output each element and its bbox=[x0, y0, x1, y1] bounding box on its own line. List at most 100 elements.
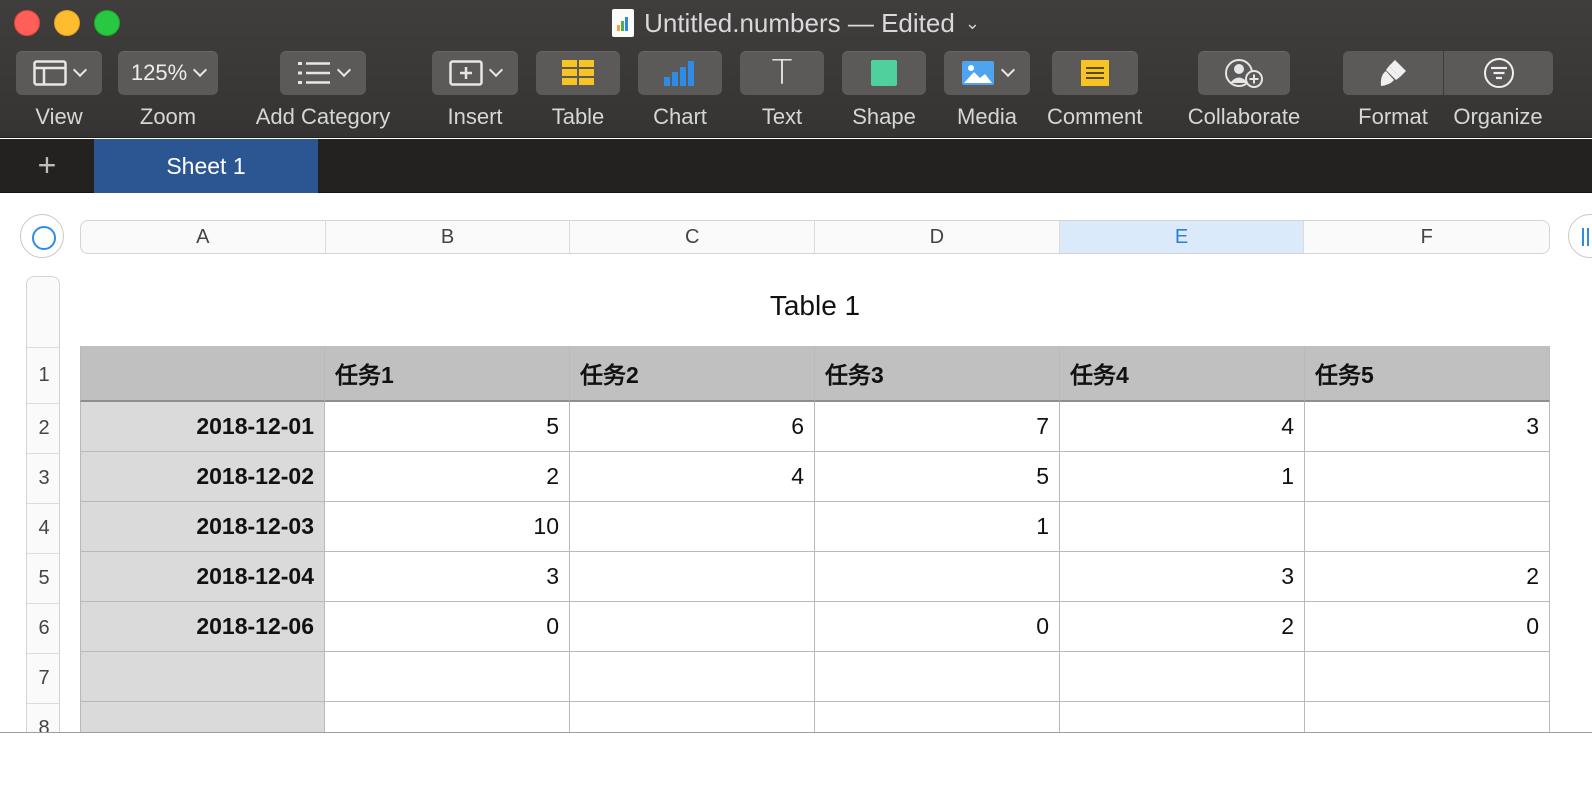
header-cell[interactable]: 任务5 bbox=[1305, 346, 1550, 402]
chart-label: Chart bbox=[653, 104, 707, 129]
row-header-3[interactable]: 3 bbox=[27, 453, 59, 503]
select-table-handle[interactable] bbox=[20, 214, 64, 258]
table-cell[interactable]: 2 bbox=[1060, 602, 1305, 652]
table-cell[interactable]: 0 bbox=[1305, 602, 1550, 652]
table-cell[interactable]: 4 bbox=[1060, 402, 1305, 452]
column-headers: A B C D E F bbox=[80, 220, 1550, 254]
organize-button[interactable] bbox=[1444, 51, 1553, 95]
table-cell[interactable]: 3 bbox=[1305, 402, 1550, 452]
table-cell[interactable]: 3 bbox=[1060, 552, 1305, 602]
table-cell[interactable]: 3 bbox=[325, 552, 570, 602]
table-cell[interactable] bbox=[570, 602, 815, 652]
window-bottom-area bbox=[0, 732, 1592, 802]
table-cell[interactable] bbox=[1060, 702, 1305, 732]
shape-tool: Shape bbox=[842, 51, 926, 130]
table-cell[interactable]: 0 bbox=[325, 602, 570, 652]
row-header-7[interactable]: 7 bbox=[27, 653, 59, 703]
table-label: Table bbox=[551, 104, 605, 129]
table-cell[interactable]: 5 bbox=[325, 402, 570, 452]
row-label-cell[interactable] bbox=[80, 652, 325, 702]
header-cell[interactable] bbox=[80, 346, 325, 402]
zoom-value: 125% bbox=[130, 60, 188, 85]
table-cell[interactable] bbox=[1305, 652, 1550, 702]
column-header-c[interactable]: C bbox=[570, 221, 816, 253]
table-cell[interactable] bbox=[1305, 452, 1550, 502]
row-label-cell[interactable]: 2018-12-06 bbox=[80, 602, 325, 652]
table-cell[interactable] bbox=[815, 652, 1060, 702]
header-cell[interactable]: 任务3 bbox=[815, 346, 1060, 402]
text-button[interactable]: T bbox=[740, 51, 824, 95]
table-cell[interactable]: 7 bbox=[815, 402, 1060, 452]
row-label-cell[interactable]: 2018-12-03 bbox=[80, 502, 325, 552]
table-button[interactable] bbox=[536, 51, 620, 95]
table-cell[interactable] bbox=[1060, 502, 1305, 552]
row-header-4[interactable]: 4 bbox=[27, 503, 59, 553]
tab-sheet-1[interactable]: Sheet 1 bbox=[94, 139, 318, 193]
table-cell[interactable] bbox=[1305, 702, 1550, 732]
table-cell[interactable]: 1 bbox=[1060, 452, 1305, 502]
comment-button[interactable] bbox=[1051, 51, 1138, 95]
row-header-8[interactable]: 8 bbox=[27, 703, 59, 732]
row-label-cell[interactable]: 2018-12-04 bbox=[80, 552, 325, 602]
table-cell[interactable]: 0 bbox=[815, 602, 1060, 652]
square-shape-icon bbox=[871, 60, 897, 86]
format-label: Format bbox=[1358, 104, 1428, 129]
column-header-a[interactable]: A bbox=[81, 221, 326, 253]
shape-button[interactable] bbox=[842, 51, 926, 95]
table-cell[interactable] bbox=[1305, 502, 1550, 552]
table-cell[interactable] bbox=[570, 502, 815, 552]
add-category-label: Add Category bbox=[255, 104, 391, 129]
table-cell[interactable]: 2 bbox=[1305, 552, 1550, 602]
chart-button[interactable] bbox=[638, 51, 722, 95]
row-header-5[interactable]: 5 bbox=[27, 553, 59, 603]
header-cell[interactable]: 任务1 bbox=[325, 346, 570, 402]
table-row: 2018-12-04 3 3 2 bbox=[80, 552, 1550, 602]
view-tool: View bbox=[16, 51, 102, 130]
table-cell[interactable] bbox=[570, 702, 815, 732]
table-cell[interactable]: 10 bbox=[325, 502, 570, 552]
window-title[interactable]: Untitled.numbers — Edited ⌄ bbox=[0, 6, 1592, 40]
zoom-button[interactable]: 125% bbox=[118, 51, 218, 95]
image-icon bbox=[962, 61, 994, 85]
table-title[interactable]: Table 1 bbox=[80, 290, 1550, 322]
table-cell[interactable] bbox=[325, 702, 570, 732]
table-cell[interactable] bbox=[570, 552, 815, 602]
header-cell[interactable]: 任务2 bbox=[570, 346, 815, 402]
text-tool: T Text bbox=[740, 51, 824, 130]
add-category-button[interactable] bbox=[280, 51, 366, 95]
row-header-6[interactable]: 6 bbox=[27, 603, 59, 653]
table-cell[interactable] bbox=[815, 702, 1060, 732]
row-header-2[interactable]: 2 bbox=[27, 403, 59, 453]
table-cell[interactable]: 1 bbox=[815, 502, 1060, 552]
row-label-cell[interactable] bbox=[80, 702, 325, 732]
sidebar-layout-icon bbox=[33, 60, 67, 86]
chevron-down-icon bbox=[1000, 62, 1016, 78]
table-cell[interactable] bbox=[570, 652, 815, 702]
collaborate-button[interactable] bbox=[1198, 51, 1290, 95]
organize-label: Organize bbox=[1453, 104, 1543, 129]
column-resize-handle[interactable] bbox=[1568, 214, 1592, 258]
comment-tool: Comment bbox=[1047, 51, 1142, 130]
table-cell[interactable] bbox=[325, 652, 570, 702]
view-button[interactable] bbox=[16, 51, 102, 95]
format-button[interactable] bbox=[1343, 51, 1443, 95]
table-cell[interactable]: 6 bbox=[570, 402, 815, 452]
table-cell[interactable] bbox=[1060, 652, 1305, 702]
header-cell[interactable]: 任务4 bbox=[1060, 346, 1305, 402]
column-header-e[interactable]: E bbox=[1059, 221, 1305, 253]
row-header-1[interactable]: 1 bbox=[27, 347, 59, 403]
table-cell[interactable]: 5 bbox=[815, 452, 1060, 502]
column-header-b[interactable]: B bbox=[326, 221, 571, 253]
paintbrush-icon bbox=[1380, 60, 1406, 86]
media-button[interactable] bbox=[944, 51, 1030, 95]
column-header-f[interactable]: F bbox=[1304, 221, 1549, 253]
table-cell[interactable] bbox=[815, 552, 1060, 602]
insert-button[interactable] bbox=[432, 51, 518, 95]
row-label-cell[interactable]: 2018-12-02 bbox=[80, 452, 325, 502]
add-sheet-button[interactable]: + bbox=[32, 149, 62, 181]
column-header-d[interactable]: D bbox=[815, 221, 1060, 253]
table-cell[interactable]: 4 bbox=[570, 452, 815, 502]
table-cell[interactable]: 2 bbox=[325, 452, 570, 502]
insert-box-icon bbox=[449, 60, 483, 86]
row-label-cell[interactable]: 2018-12-01 bbox=[80, 402, 325, 452]
